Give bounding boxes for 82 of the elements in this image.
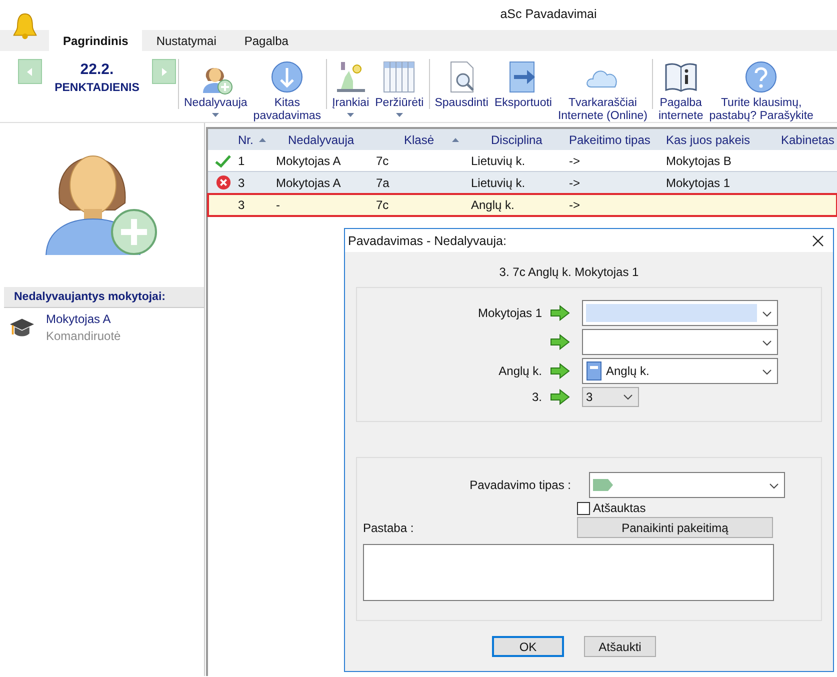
toolbar-button[interactable]: Tvarkaraščiai Internete (Online) xyxy=(554,59,650,123)
lesson-summary: 3. 7c Anglų k. Mokytojas 1 xyxy=(498,265,640,279)
table-cell: 3 xyxy=(238,198,245,212)
chevron-icon xyxy=(762,340,772,346)
date-label: 22.2. xyxy=(80,60,114,78)
caret-icon xyxy=(347,113,354,117)
check-icon xyxy=(215,154,231,168)
weekday-label: PENKTADIENIS xyxy=(54,82,140,94)
cancelled-checkbox[interactable]: Atšauktas xyxy=(577,501,646,515)
table-cell: Anglų k. xyxy=(471,198,514,212)
field-label: Anglų k. xyxy=(498,364,542,378)
column-header[interactable]: Klasė xyxy=(376,132,471,146)
column-header[interactable]: Nedalyvauja xyxy=(276,132,376,146)
caret-icon xyxy=(212,113,220,117)
window-title: aSc Pavadavimai xyxy=(499,7,598,21)
toolbar-button[interactable]: Pagalba internete xyxy=(655,59,706,123)
dropdown-field[interactable]: 3 xyxy=(582,387,639,407)
dialog-title: Pavadavimas - Nedalyvauja: xyxy=(348,234,506,248)
table-cell: Mokytojas B xyxy=(666,154,732,168)
dropdown-field[interactable]: Anglų k. xyxy=(582,358,778,384)
table-row[interactable]: 3 Mokytojas A 7a Lietuvių k. -> Mokytojas 1 xyxy=(208,172,837,194)
table-cell: Mokytojas 1 xyxy=(666,176,730,190)
table-cell: 7c xyxy=(376,198,389,212)
dropdown-field[interactable] xyxy=(582,329,778,355)
chevron-icon xyxy=(762,369,772,375)
toolbar-button[interactable]: Eksportuoti xyxy=(491,59,555,110)
dropdown-field[interactable] xyxy=(589,472,785,498)
dropdown-field[interactable] xyxy=(582,300,778,326)
table-cell: - xyxy=(276,198,280,212)
grid-icon xyxy=(381,59,418,95)
ribbon-tab[interactable]: Pagrindinis xyxy=(49,30,142,51)
panel-header: Nedalyvaujantys mokytojai: xyxy=(4,287,204,308)
note-field[interactable] xyxy=(363,544,774,601)
chevron-icon xyxy=(762,311,772,317)
table-cell: 7a xyxy=(376,176,390,190)
ok-button[interactable]: OK xyxy=(492,636,564,657)
table-cell: -> xyxy=(569,176,580,190)
delete-change-button[interactable]: Panaikinti pakeitimą xyxy=(577,517,773,538)
field-label: Pastaba : xyxy=(363,520,414,534)
table-cell: -> xyxy=(569,198,580,212)
arrow-icon xyxy=(550,363,570,379)
book-icon xyxy=(586,361,602,381)
table-cell: 1 xyxy=(238,154,245,168)
toolbar-button[interactable]: Kitas pavadavimas xyxy=(250,59,324,123)
arrow-icon xyxy=(550,389,570,405)
tag-icon xyxy=(593,479,613,491)
toolbar-button[interactable]: Turite klausimų, pastabų? Parašykite xyxy=(706,59,816,123)
chevron-icon xyxy=(623,394,633,400)
close-icon xyxy=(812,234,824,246)
sort-arrow-icon xyxy=(452,138,460,142)
column-header[interactable]: Kabinetas xyxy=(781,132,837,146)
toolbar-button[interactable]: Spausdinti xyxy=(432,59,492,110)
bell-icon xyxy=(11,12,39,40)
table-cell: 7c xyxy=(376,154,389,168)
table-cell: Lietuvių k. xyxy=(471,176,526,190)
column-header[interactable]: Kas juos pakeis xyxy=(666,132,781,146)
column-header[interactable]: Disciplina xyxy=(471,132,569,146)
table-cell: Mokytojas A xyxy=(276,154,341,168)
field-label: Mokytojas 1 xyxy=(478,306,542,320)
field-label: Pavadavimo tipas : xyxy=(468,478,572,492)
sort-arrow-icon xyxy=(259,138,266,142)
chevron-icon xyxy=(769,483,779,489)
table-row[interactable]: 3 - 7c Anglų k. -> xyxy=(208,194,837,216)
table-cell: -> xyxy=(569,154,580,168)
table-cell: 3 xyxy=(238,176,245,190)
column-header[interactable]: Nr. xyxy=(238,132,276,146)
teacher-list-item[interactable]: Mokytojas A Komandiruotė xyxy=(0,308,204,347)
arrow-icon xyxy=(550,305,570,321)
field-label: 3. xyxy=(532,390,542,404)
table-cell: Lietuvių k. xyxy=(471,154,526,168)
toolbar-button[interactable]: Įrankiai xyxy=(329,59,372,117)
ribbon-tab[interactable]: Pagalba xyxy=(230,30,302,51)
table-cell: Mokytojas A xyxy=(276,176,341,190)
caret-icon xyxy=(396,113,403,117)
toolbar-button[interactable]: Nedalyvauja xyxy=(181,59,250,117)
column-header[interactable]: Pakeitimo tipas xyxy=(569,132,666,146)
ribbon-tab[interactable]: Nustatymai xyxy=(142,30,230,51)
toolbar-button[interactable]: Peržiūrėti xyxy=(372,59,427,117)
cancel-button[interactable]: Atšaukti xyxy=(584,636,656,657)
arrow-icon xyxy=(550,334,570,350)
help-icon xyxy=(743,59,780,95)
error-icon xyxy=(216,175,230,190)
